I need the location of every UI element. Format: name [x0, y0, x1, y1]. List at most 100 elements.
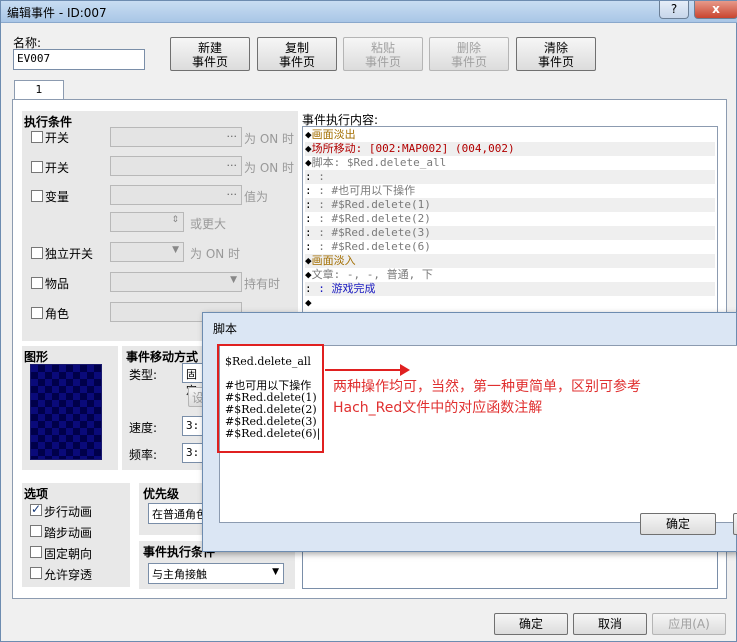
- close-button[interactable]: x: [694, 1, 737, 19]
- command-line[interactable]: : : 游戏完成: [305, 282, 715, 296]
- command-line[interactable]: ◆文章: -, -, 普通, 下: [305, 268, 433, 282]
- command-prefix: ◆: [305, 142, 312, 155]
- command-text: 文章: -, -, 普通, 下: [311, 268, 433, 281]
- graphic-title: 图形: [24, 350, 49, 364]
- ellipsis-icon: ···: [226, 159, 238, 172]
- command-prefix: :: [305, 170, 312, 183]
- switch2-select[interactable]: ···: [110, 156, 242, 176]
- name-input[interactable]: EV007: [13, 49, 145, 70]
- command-text: 画面淡出: [311, 128, 356, 141]
- ok-button[interactable]: 确定: [494, 613, 568, 635]
- command-line[interactable]: : :: [305, 170, 715, 184]
- through-checkbox[interactable]: [30, 567, 42, 579]
- ellipsis-icon: ···: [226, 130, 238, 143]
- apply-button: 应用(A): [652, 613, 726, 635]
- command-line[interactable]: : : #$Red.delete(3): [305, 226, 715, 240]
- command-prefix: ◆: [305, 128, 312, 141]
- chevron-down-icon: ▼: [272, 567, 279, 577]
- annotation-note-line1: 两种操作均可，当然，第一种更简单，区别可参考: [333, 379, 641, 395]
- speed-label: 速度:: [129, 421, 158, 435]
- trigger-select[interactable]: 与主角接触 ▼: [148, 563, 284, 584]
- command-prefix: :: [305, 184, 312, 197]
- variable-label: 变量: [45, 190, 70, 204]
- command-line[interactable]: : : #$Red.delete(1): [305, 198, 715, 212]
- switch2-suffix: 为 ON 时: [244, 161, 295, 175]
- copy-page-button[interactable]: 复制 事件页: [257, 37, 337, 71]
- command-line[interactable]: : : #也可用以下操作: [305, 184, 415, 198]
- options-title: 选项: [24, 487, 49, 501]
- fixed-dir-checkbox[interactable]: [30, 546, 42, 558]
- command-line[interactable]: ◆场所移动: [002:MAP002] (004,002): [305, 142, 715, 156]
- event-commands-list[interactable]: ◆画面淡出 ◆场所移动: [002:MAP002] (004,002) ◆脚本: $…: [302, 126, 718, 316]
- commands-list-lower: [302, 549, 718, 589]
- annotation-note: 两种操作均可，当然，第一种更简单，区别可参考 Hach_Red文件中的对应函数注…: [333, 377, 641, 419]
- chevron-down-icon: ▼: [172, 245, 179, 255]
- switch2-checkbox[interactable]: [31, 161, 43, 173]
- clear-page-button[interactable]: 清除 事件页: [516, 37, 596, 71]
- tab-page-1[interactable]: 1: [14, 80, 64, 100]
- step-anim-checkbox[interactable]: [30, 525, 42, 537]
- item-label: 物品: [45, 277, 70, 291]
- actor-checkbox[interactable]: [31, 307, 43, 319]
- switch1-suffix: 为 ON 时: [244, 132, 295, 146]
- command-line[interactable]: ◆画面淡入: [305, 254, 715, 268]
- movement-type-label: 类型:: [129, 368, 158, 382]
- selfswitch-checkbox[interactable]: [31, 247, 43, 259]
- selfswitch-suffix: 为 ON 时: [190, 247, 241, 261]
- window-title: 编辑事件 - ID:007: [7, 6, 107, 20]
- variable-select[interactable]: ···: [110, 185, 242, 205]
- script-dialog-title: 脚本: [213, 322, 238, 336]
- switch1-select[interactable]: ···: [110, 127, 242, 147]
- help-button[interactable]: ?: [659, 1, 689, 19]
- command-text: : #$Red.delete(1): [311, 198, 431, 211]
- chevron-down-icon: ▼: [230, 275, 237, 285]
- switch1-checkbox[interactable]: [31, 131, 43, 143]
- movement-group: 事件移动方式 类型: 固定 设 速度: 3: 频率: 3:: [122, 346, 208, 470]
- through-label: 允许穿透: [44, 568, 93, 582]
- priority-select[interactable]: 在普通角色: [148, 503, 205, 524]
- command-line[interactable]: ◆: [305, 296, 312, 310]
- command-prefix: :: [305, 198, 312, 211]
- annotation-red-box: [217, 344, 324, 453]
- selfswitch-label: 独立开关: [45, 247, 94, 261]
- command-line[interactable]: : : #$Red.delete(6): [305, 240, 431, 254]
- command-text: :: [311, 170, 325, 183]
- script-cancel-button-partial[interactable]: [733, 513, 737, 535]
- new-page-button[interactable]: 新建 事件页: [170, 37, 250, 71]
- command-text: : 游戏完成: [311, 282, 376, 295]
- command-line[interactable]: : : #$Red.delete(2): [305, 212, 431, 226]
- ellipsis-icon: ···: [226, 188, 238, 201]
- switch2-label: 开关: [45, 161, 70, 175]
- item-select[interactable]: ▼: [110, 272, 242, 292]
- delete-page-button: 删除 事件页: [429, 37, 509, 71]
- selfswitch-select[interactable]: ▼: [110, 242, 184, 262]
- title-bar: 编辑事件 - ID:007 ? x: [1, 1, 737, 23]
- annotation-arrow-head-icon: [400, 364, 410, 376]
- command-line[interactable]: ◆画面淡出: [305, 128, 356, 142]
- cancel-button[interactable]: 取消: [573, 613, 647, 635]
- stepper-icon: ⇕: [171, 215, 179, 225]
- command-text: 场所移动: [002:MAP002] (004,002): [311, 142, 515, 155]
- command-line[interactable]: ◆脚本: $Red.delete_all: [305, 156, 446, 170]
- annotation-note-line2: Hach_Red文件中的对应函数注解: [333, 400, 543, 416]
- conditions-title: 执行条件: [24, 115, 73, 129]
- variable-checkbox[interactable]: [31, 190, 43, 202]
- walk-anim-label: 步行动画: [44, 505, 93, 519]
- command-prefix: :: [305, 240, 312, 253]
- command-text: 画面淡入: [311, 254, 356, 267]
- command-prefix: ◆: [305, 156, 312, 169]
- variable-value-stepper[interactable]: ⇕: [110, 212, 184, 232]
- actor-label: 角色: [45, 307, 70, 321]
- command-prefix: ◆: [305, 254, 312, 267]
- graphic-preview[interactable]: [30, 364, 102, 460]
- script-ok-button[interactable]: 确定: [640, 513, 716, 535]
- annotation-arrow-line: [325, 369, 405, 371]
- command-prefix: ◆: [305, 268, 312, 281]
- command-text: : #$Red.delete(6): [311, 240, 431, 253]
- priority-group: 优先级 在普通角色: [139, 483, 205, 535]
- walk-anim-checkbox[interactable]: [30, 502, 42, 516]
- item-checkbox[interactable]: [31, 277, 43, 289]
- command-text: : #$Red.delete(2): [311, 212, 431, 225]
- script-dialog: 脚本 $Red.delete_all #也可用以下操作 #$Red.delete…: [202, 312, 737, 552]
- command-text: : #也可用以下操作: [311, 184, 416, 197]
